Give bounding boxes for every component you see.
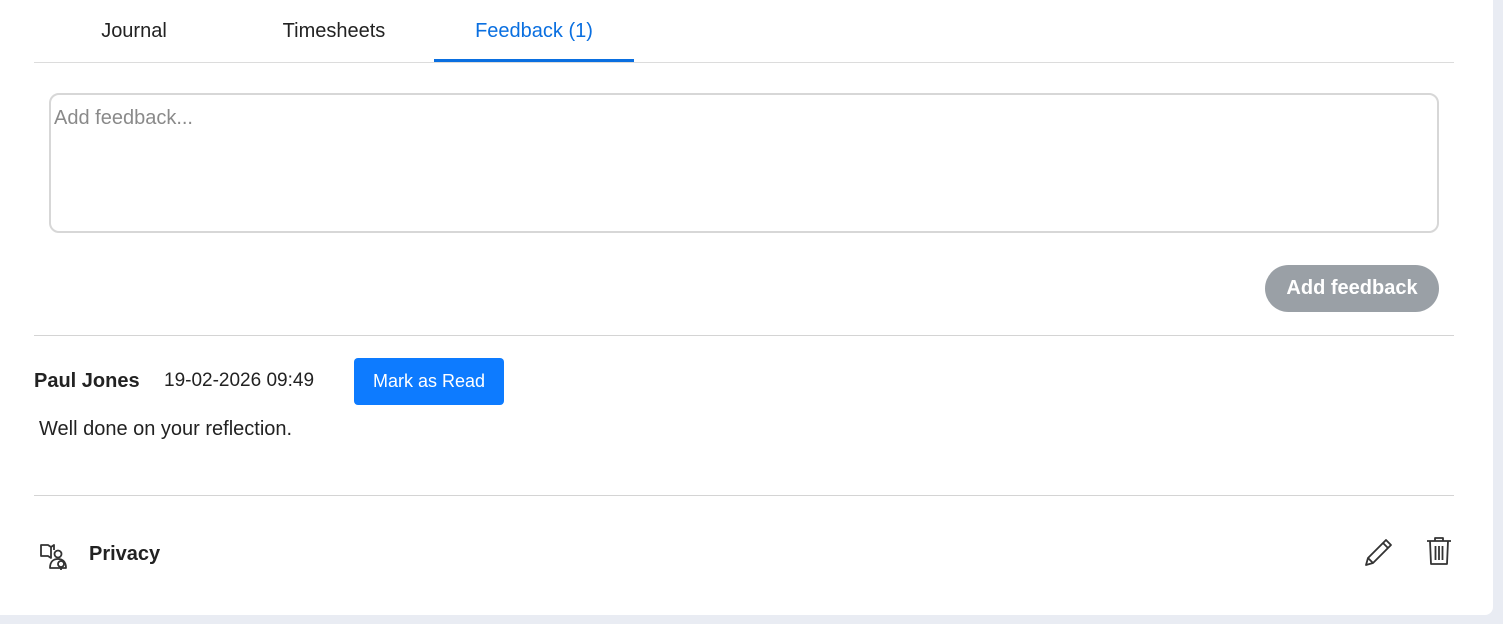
mark-as-read-button[interactable]: Mark as Read	[354, 358, 504, 405]
tab-journal[interactable]: Journal	[34, 0, 234, 62]
divider	[34, 335, 1454, 336]
divider	[34, 495, 1454, 496]
feedback-timestamp: 19-02-2026 09:49	[164, 370, 315, 391]
privacy-icon	[38, 540, 70, 572]
add-feedback-button[interactable]: Add feedback	[1265, 265, 1439, 312]
tab-feedback[interactable]: Feedback (1)	[434, 0, 634, 62]
journal-entry-card: Journal Timesheets Feedback (1) Add feed…	[0, 0, 1493, 615]
pencil-icon[interactable]	[1362, 535, 1396, 569]
trash-icon[interactable]	[1424, 535, 1454, 567]
feedback-author: Paul Jones	[34, 370, 140, 392]
feedback-textarea[interactable]	[49, 93, 1439, 233]
tab-bar: Journal Timesheets Feedback (1)	[34, 0, 1454, 63]
privacy-label[interactable]: Privacy	[89, 543, 160, 566]
feedback-message: Well done on your reflection.	[39, 418, 293, 440]
tab-timesheets[interactable]: Timesheets	[234, 0, 434, 62]
